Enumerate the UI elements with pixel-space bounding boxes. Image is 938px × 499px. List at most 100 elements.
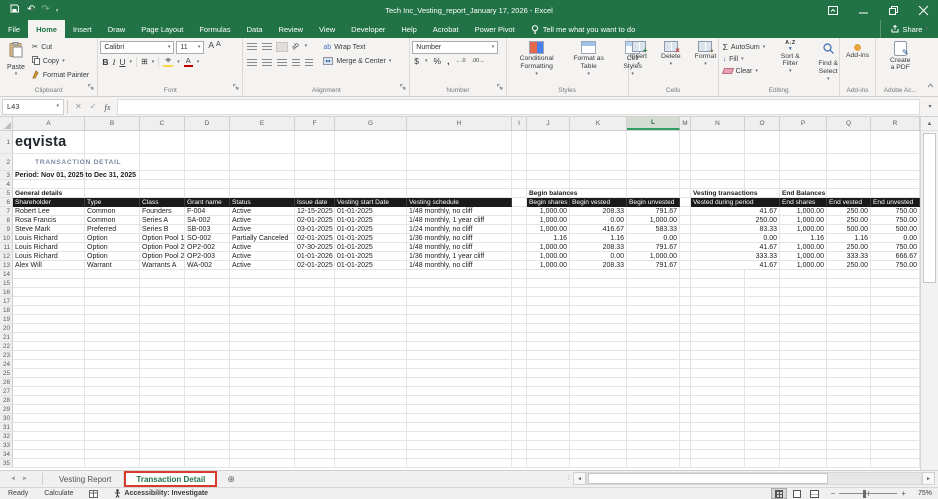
cell[interactable] bbox=[827, 189, 871, 198]
cell[interactable] bbox=[295, 414, 335, 423]
cell[interactable]: 1/36 monthly, no cliff bbox=[407, 234, 512, 243]
cell[interactable]: 583.33 bbox=[627, 225, 680, 234]
name-box[interactable]: L43 ▾ bbox=[2, 98, 64, 115]
row-header-13[interactable]: 13 bbox=[0, 261, 13, 270]
cell[interactable] bbox=[827, 180, 871, 189]
cell[interactable] bbox=[627, 387, 680, 396]
cell[interactable] bbox=[527, 441, 570, 450]
cell[interactable] bbox=[512, 405, 527, 414]
cell[interactable] bbox=[691, 396, 745, 405]
cell[interactable] bbox=[691, 270, 745, 279]
cell[interactable] bbox=[13, 441, 85, 450]
sort-filter-button[interactable]: A↓Z ▼ Sort & Filter ▾ bbox=[771, 40, 809, 75]
cell[interactable] bbox=[780, 360, 827, 369]
cell[interactable] bbox=[335, 180, 407, 189]
cell[interactable] bbox=[570, 405, 627, 414]
cell[interactable]: Option Pool 2 bbox=[140, 243, 185, 252]
accounting-dropdown-icon[interactable]: ▾ bbox=[425, 58, 428, 64]
cell[interactable] bbox=[871, 333, 920, 342]
cell[interactable] bbox=[295, 387, 335, 396]
cell[interactable] bbox=[230, 423, 295, 432]
cell[interactable] bbox=[185, 131, 230, 154]
cell[interactable]: 1,000.00 bbox=[780, 216, 827, 225]
cell[interactable]: 791.67 bbox=[627, 261, 680, 270]
tab-split-handle[interactable]: ⁞ bbox=[565, 475, 573, 482]
cell[interactable] bbox=[691, 306, 745, 315]
ribbon-tab-file[interactable]: File bbox=[0, 20, 28, 38]
cell[interactable] bbox=[85, 450, 140, 459]
ribbon-tab-draw[interactable]: Draw bbox=[100, 20, 134, 38]
accounting-format-icon[interactable]: $ bbox=[414, 57, 419, 66]
sheet-tab-transaction-detail[interactable]: Transaction Detail bbox=[124, 471, 218, 487]
cell[interactable] bbox=[140, 405, 185, 414]
cell[interactable]: Active bbox=[230, 252, 295, 261]
cell[interactable] bbox=[745, 333, 780, 342]
fill-color-dropdown-icon[interactable]: ▾ bbox=[177, 59, 180, 65]
share-button[interactable]: Share ▾ bbox=[880, 20, 938, 38]
cell[interactable] bbox=[871, 432, 920, 441]
cell[interactable] bbox=[13, 351, 85, 360]
cell[interactable] bbox=[527, 131, 570, 154]
cell[interactable] bbox=[230, 297, 295, 306]
column-header-N[interactable]: N bbox=[691, 117, 745, 130]
cell[interactable] bbox=[780, 459, 827, 468]
cell[interactable] bbox=[512, 450, 527, 459]
cell[interactable] bbox=[691, 324, 745, 333]
cell[interactable] bbox=[691, 459, 745, 468]
font-color-dropdown-icon[interactable]: ▾ bbox=[197, 59, 200, 65]
cell[interactable] bbox=[230, 180, 295, 189]
cell[interactable] bbox=[13, 369, 85, 378]
cell[interactable] bbox=[745, 131, 780, 154]
column-header-E[interactable]: E bbox=[230, 117, 295, 130]
cell[interactable]: General details bbox=[13, 189, 85, 198]
cell[interactable]: OP2-002 bbox=[185, 243, 230, 252]
cell[interactable] bbox=[295, 405, 335, 414]
cell[interactable] bbox=[691, 315, 745, 324]
cell[interactable]: Vesting schedule bbox=[407, 198, 512, 207]
cell[interactable] bbox=[780, 288, 827, 297]
cell[interactable] bbox=[335, 189, 407, 198]
cell[interactable] bbox=[871, 342, 920, 351]
cell[interactable]: 791.67 bbox=[627, 207, 680, 216]
cell[interactable]: 333.33 bbox=[827, 252, 871, 261]
cell[interactable] bbox=[512, 396, 527, 405]
cell[interactable] bbox=[570, 414, 627, 423]
cell[interactable] bbox=[512, 387, 527, 396]
cell[interactable] bbox=[827, 324, 871, 333]
cell[interactable] bbox=[680, 378, 691, 387]
cell[interactable] bbox=[185, 405, 230, 414]
tell-me-box[interactable]: Tell me what you want to do bbox=[523, 20, 644, 38]
format-as-table-button[interactable]: Format as Table ▾ bbox=[565, 40, 613, 78]
cell[interactable]: Active bbox=[230, 243, 295, 252]
cell[interactable] bbox=[570, 423, 627, 432]
cell[interactable]: 41.67 bbox=[691, 261, 780, 270]
cell[interactable] bbox=[527, 279, 570, 288]
cell[interactable] bbox=[13, 432, 85, 441]
cell[interactable] bbox=[680, 351, 691, 360]
cell[interactable] bbox=[295, 324, 335, 333]
cell[interactable] bbox=[570, 333, 627, 342]
cell[interactable]: Preferred bbox=[85, 225, 140, 234]
cell[interactable] bbox=[691, 131, 745, 154]
cell[interactable] bbox=[627, 360, 680, 369]
cell[interactable] bbox=[512, 189, 527, 198]
cell[interactable] bbox=[185, 180, 230, 189]
cell[interactable] bbox=[407, 297, 512, 306]
row-header-8[interactable]: 8 bbox=[0, 216, 13, 225]
cell[interactable]: 02-01-2025 bbox=[295, 234, 335, 243]
cell[interactable] bbox=[230, 450, 295, 459]
cell[interactable] bbox=[295, 360, 335, 369]
row-header-31[interactable]: 31 bbox=[0, 423, 13, 432]
cell[interactable] bbox=[407, 315, 512, 324]
horizontal-scroll-thumb[interactable] bbox=[587, 473, 829, 484]
cell[interactable]: 1,000.00 bbox=[780, 225, 827, 234]
cell[interactable]: Warrant bbox=[85, 261, 140, 270]
cell[interactable] bbox=[335, 423, 407, 432]
cell[interactable] bbox=[745, 414, 780, 423]
cell[interactable] bbox=[827, 279, 871, 288]
cell[interactable] bbox=[871, 423, 920, 432]
cell[interactable] bbox=[13, 387, 85, 396]
cell[interactable] bbox=[691, 297, 745, 306]
cell[interactable] bbox=[570, 180, 627, 189]
cell[interactable] bbox=[512, 414, 527, 423]
